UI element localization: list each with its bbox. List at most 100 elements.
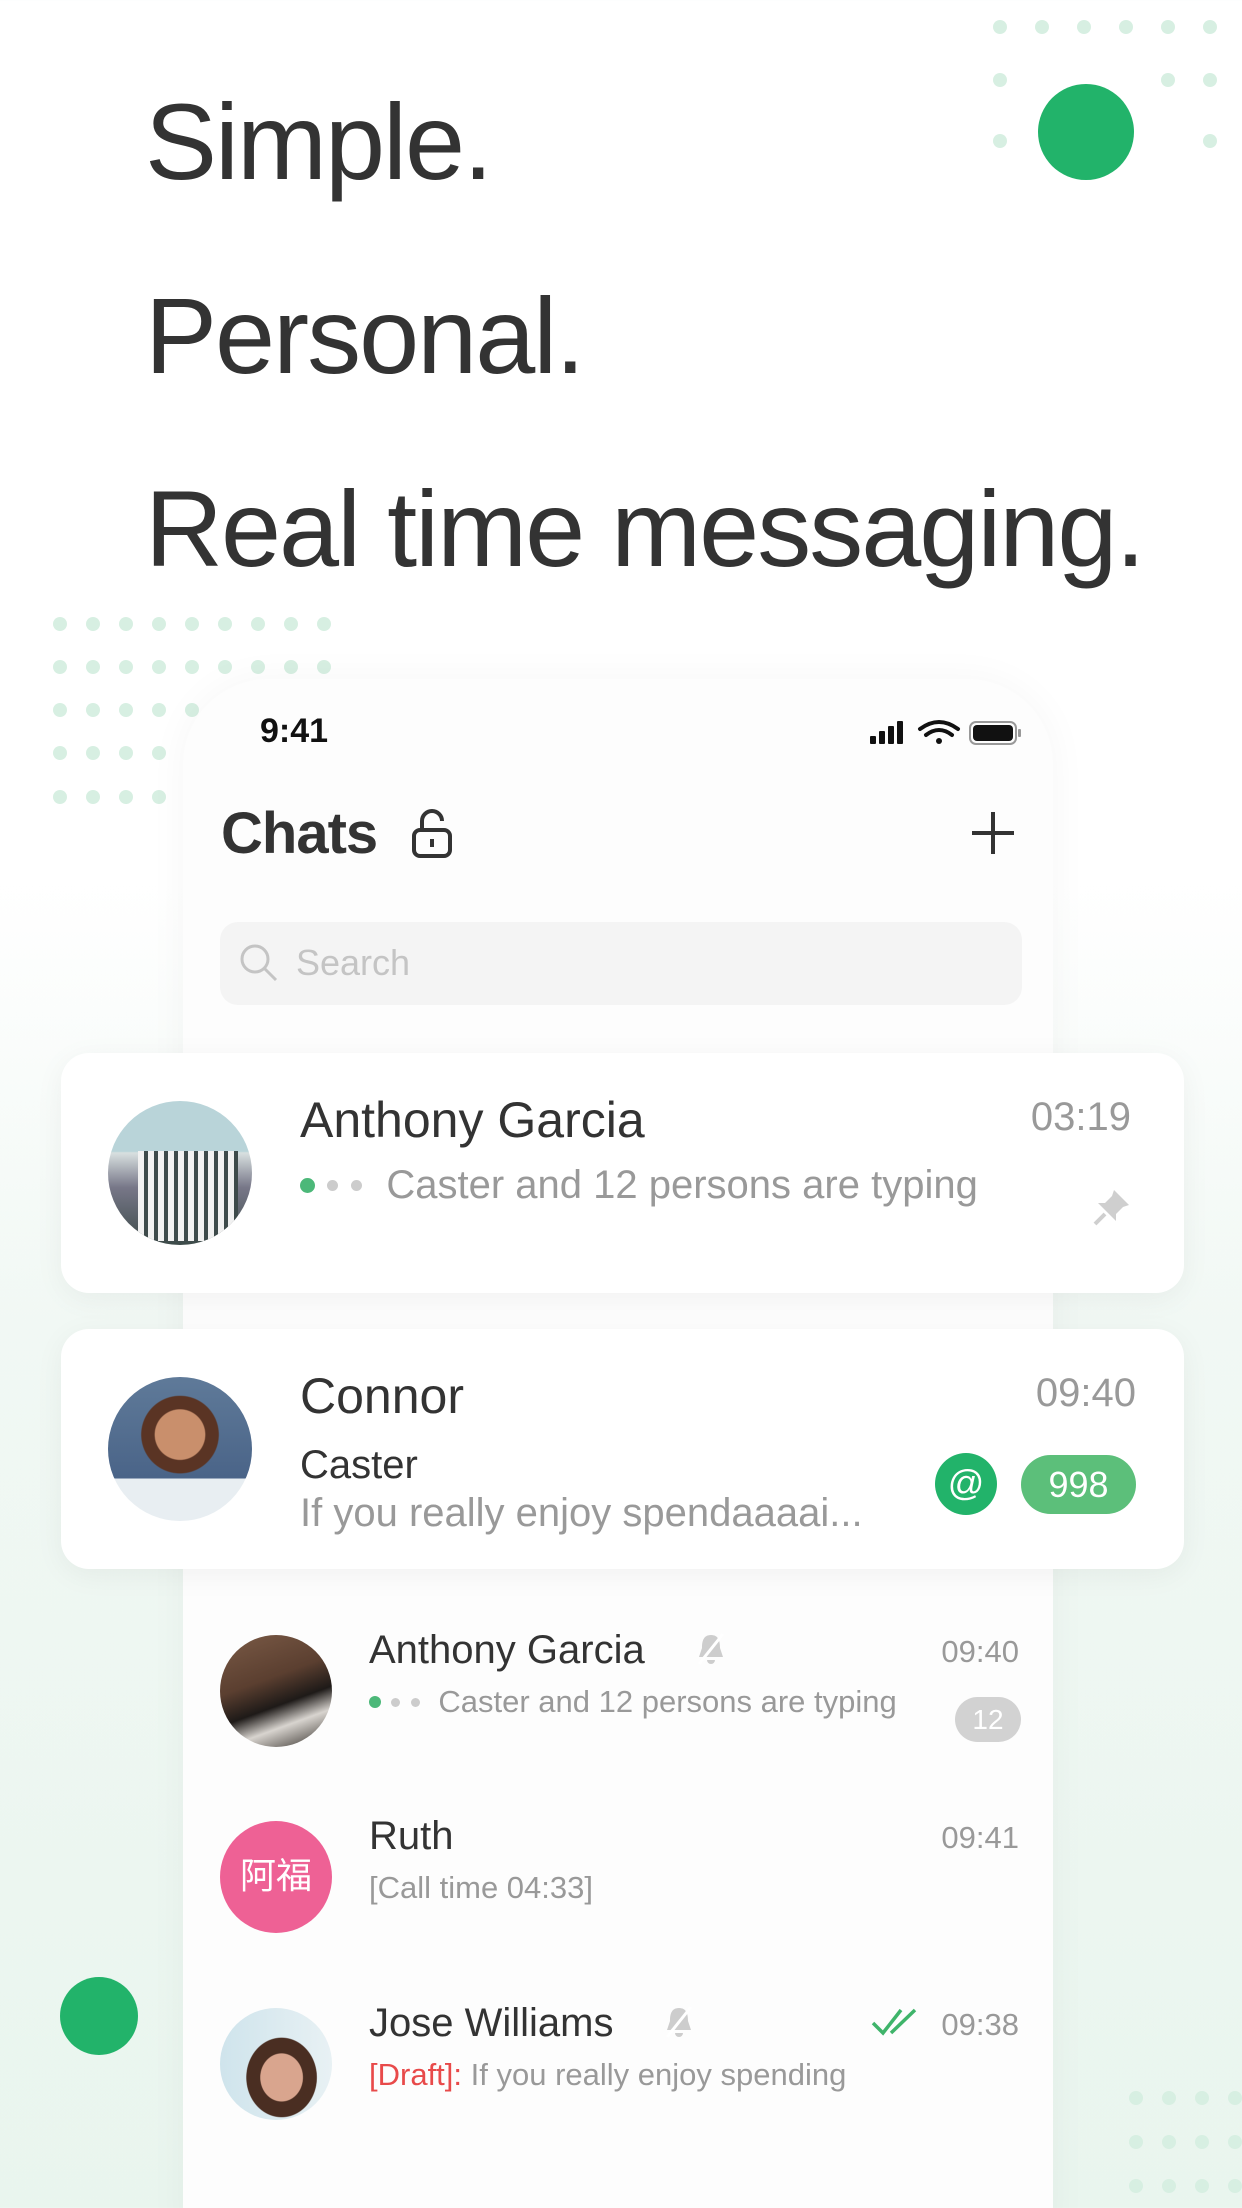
decor-dot: [53, 617, 67, 631]
status-time: 9:41: [260, 712, 329, 750]
chat-name: Jose Williams: [369, 2001, 614, 2045]
decor-dot: [152, 790, 166, 804]
decor-dot: [218, 660, 232, 674]
decor-dot: [185, 660, 199, 674]
status-icons: [870, 720, 1021, 745]
decor-dot: [317, 660, 331, 674]
headline-1: Simple.: [145, 81, 493, 202]
chat-name: Ruth: [369, 1814, 454, 1858]
wifi-icon: [918, 720, 960, 744]
chat-message: If you really enjoy spendaaaai...: [300, 1491, 863, 1535]
decor-dot: [1195, 2179, 1209, 2193]
decor-dot: [1203, 20, 1217, 34]
decor-dot: [53, 746, 67, 760]
chat-time: 09:38: [941, 2007, 1019, 2042]
decor-dot: [86, 790, 100, 804]
pin-icon: [1093, 1190, 1129, 1226]
decor-dot: [119, 790, 133, 804]
decor-dot: [1228, 2179, 1242, 2193]
mention-badge: @: [935, 1453, 997, 1515]
decor-dot: [1228, 2135, 1242, 2149]
decor-dot: [1129, 2135, 1143, 2149]
decor-dot: [993, 20, 1007, 34]
decor-dot: [53, 703, 67, 717]
decor-dot: [86, 703, 100, 717]
decor-dot: [1162, 2135, 1176, 2149]
decor-dot: [53, 660, 67, 674]
green-dot: [60, 1977, 138, 2055]
search-icon: [240, 944, 278, 982]
decor-dot: [251, 617, 265, 631]
page-title: Chats: [221, 801, 378, 866]
decor-dot: [1203, 134, 1217, 148]
decor-dot: [1129, 2179, 1143, 2193]
decor-dot: [1162, 2091, 1176, 2105]
decor-dot: [152, 746, 166, 760]
chat-row[interactable]: 阿福 Ruth 09:41 [Call time 04:33]: [183, 1806, 1053, 1966]
decor-dot: [152, 703, 166, 717]
decor-dot: [1161, 20, 1175, 34]
decor-dot: [1129, 2091, 1143, 2105]
decor-dot: [86, 746, 100, 760]
avatar: 阿福: [220, 1821, 332, 1933]
avatar: [108, 1101, 252, 1245]
decor-dot: [152, 660, 166, 674]
unread-badge: 12: [955, 1697, 1021, 1742]
headline-3: Real time messaging.: [145, 468, 1145, 589]
chat-name: Connor: [300, 1368, 464, 1424]
chat-message: If you really enjoy spending: [470, 2057, 847, 2092]
avatar: [108, 1377, 252, 1521]
muted-bell-icon: [665, 2006, 693, 2038]
decor-dot: [251, 660, 265, 674]
search-input[interactable]: Search: [220, 922, 1022, 1005]
chat-card[interactable]: Anthony Garcia 03:19 Caster and 12 perso…: [61, 1053, 1184, 1293]
plus-icon[interactable]: [970, 810, 1016, 856]
decor-dot: [119, 746, 133, 760]
draft-label: [Draft]:: [369, 2057, 463, 2092]
chat-name: Anthony Garcia: [300, 1092, 645, 1148]
decor-dot: [119, 703, 133, 717]
decor-dot: [1228, 2091, 1242, 2105]
decor-dot: [993, 134, 1007, 148]
search-placeholder: Search: [296, 942, 411, 983]
avatar: [220, 1635, 332, 1747]
unread-badge: 998: [1021, 1455, 1136, 1514]
decor-dot: [53, 790, 67, 804]
chat-time: 09:40: [1035, 1371, 1136, 1415]
decor-dot: [1077, 20, 1091, 34]
decor-dot: [1161, 73, 1175, 87]
decor-dot: [185, 703, 199, 717]
chat-sender: Caster: [300, 1443, 418, 1487]
decor-dot: [1195, 2135, 1209, 2149]
signal-icon: [870, 721, 903, 744]
decor-dot: [119, 660, 133, 674]
chat-message: Caster and 12 persons are typing: [438, 1684, 897, 1719]
decor-dot: [284, 617, 298, 631]
avatar: [220, 2008, 332, 2120]
decor-dot: [317, 617, 331, 631]
decor-dot: [1035, 20, 1049, 34]
decor-dot: [152, 617, 166, 631]
chat-time: 09:40: [941, 1634, 1019, 1669]
decor-dot: [185, 617, 199, 631]
battery-icon: [969, 721, 1021, 745]
decor-dot: [1119, 20, 1133, 34]
headline-2: Personal.: [145, 275, 585, 396]
chat-time: 03:19: [1030, 1095, 1131, 1139]
typing-indicator: Caster and 12 persons are typing: [300, 1163, 978, 1208]
chat-row[interactable]: Anthony Garcia 09:40 Caster and 12 perso…: [183, 1620, 1053, 1780]
chat-row[interactable]: Jose Williams 09:38 [Draft]: If you real…: [183, 1993, 1053, 2153]
double-check-icon: [871, 2008, 917, 2036]
chat-preview: [Draft]: If you really enjoy spending: [369, 2057, 846, 2093]
muted-bell-icon: [697, 1633, 725, 1665]
chat-time: 09:41: [941, 1820, 1019, 1855]
chat-name: Anthony Garcia: [369, 1628, 645, 1672]
unlock-icon[interactable]: [410, 808, 454, 858]
green-dot: [1038, 84, 1134, 180]
decor-dot: [1162, 2179, 1176, 2193]
decor-dot: [1203, 73, 1217, 87]
decor-dot: [86, 617, 100, 631]
decor-dot: [1195, 2091, 1209, 2105]
chat-message: [Call time 04:33]: [369, 1870, 593, 1905]
chat-card[interactable]: Connor 09:40 Caster If you really enjoy …: [61, 1329, 1184, 1569]
